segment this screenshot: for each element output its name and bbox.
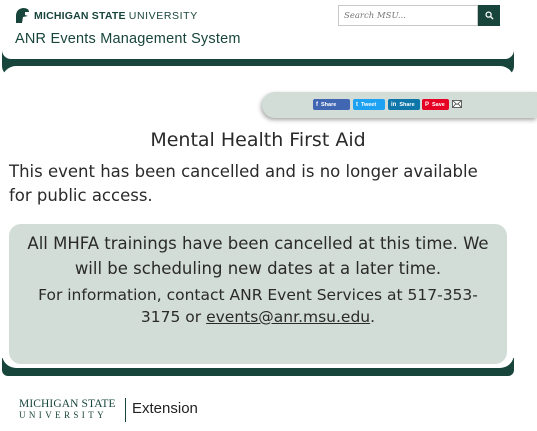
notice-box: All MHFA trainings have been cancelled a… [9, 224, 507, 364]
msu-wordmark: MICHIGAN STATE UNIVERSITY [34, 10, 198, 22]
cancellation-message: This event has been cancelled and is no … [9, 162, 478, 205]
search-input[interactable]: Search MSU... [338, 5, 478, 26]
event-title: Mental Health First Aid [150, 129, 366, 151]
email-share-icon[interactable] [452, 100, 462, 108]
twitter-share-button[interactable]: t Tweet [353, 99, 385, 110]
footer-divider [125, 398, 126, 422]
facebook-share-button[interactable]: f Share [313, 99, 350, 110]
pinterest-save-button[interactable]: P Save [422, 99, 449, 110]
msu-logo[interactable]: MICHIGAN STATE UNIVERSITY [14, 6, 198, 26]
pinterest-icon: P [425, 101, 430, 108]
footer-extension-label[interactable]: Extension [132, 400, 198, 417]
footer-logo-line1: MICHIGAN STATE [19, 398, 116, 410]
notice-main-text: All MHFA trainings have been cancelled a… [27, 234, 489, 278]
search-button[interactable] [478, 5, 500, 26]
header-bottom-edge [2, 50, 514, 59]
facebook-icon: f [316, 101, 318, 108]
linkedin-icon: in [391, 101, 397, 108]
footer-logo-line2: UNIVERSITY [19, 410, 107, 420]
app-title[interactable]: ANR Events Management System [15, 31, 241, 47]
spartan-helmet-icon [16, 8, 29, 23]
twitter-icon: t [356, 101, 358, 108]
footer-msu-logo[interactable]: MICHIGAN STATE UNIVERSITY [19, 398, 116, 420]
notice-contact-text: For information, contact ANR Event Servi… [38, 286, 478, 326]
search-icon [484, 11, 494, 20]
email-link[interactable]: events@anr.msu.edu [206, 308, 370, 326]
linkedin-share-button[interactable]: in Share [388, 99, 420, 110]
